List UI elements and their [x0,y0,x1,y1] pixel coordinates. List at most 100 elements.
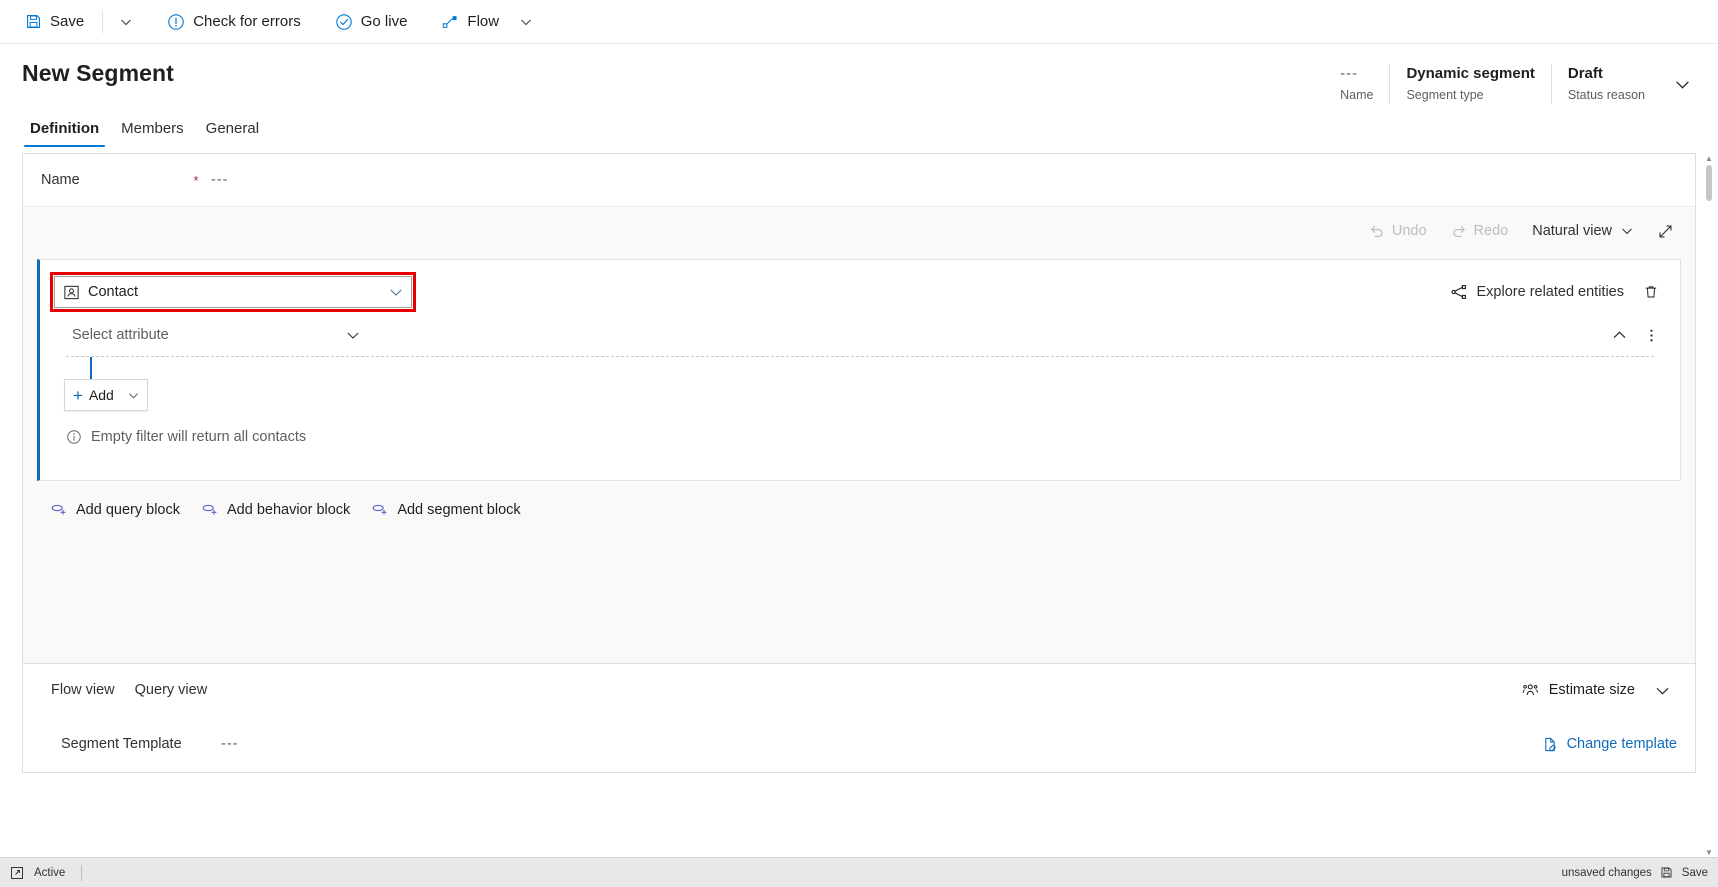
required-marker: * [193,172,199,188]
attribute-row-actions [1604,320,1666,350]
flow-button[interactable]: Flow [431,4,509,40]
estimate-size-label: Estimate size [1548,682,1635,698]
scroll-up-arrow[interactable]: ▲ [1704,153,1714,163]
contact-entity-icon [63,284,80,301]
go-live-button[interactable]: Go live [325,4,418,40]
add-segment-block-button[interactable]: Add segment block [370,501,521,519]
empty-filter-info: Empty filter will return all contacts [40,411,1680,445]
form-body: Name * --- Undo Redo Natural view Contac… [0,147,1718,857]
status-bar-save-button[interactable]: Save [1682,867,1708,879]
block-actions: Add query block Add behavior block Add s… [23,481,1695,519]
chevron-up-icon [1612,328,1627,343]
view-mode-label: Natural view [1532,223,1612,239]
page-title: New Segment [22,60,174,86]
name-field-label: Name [41,172,80,188]
expand-diagonal-icon [1657,223,1674,240]
delete-query-block-button[interactable] [1636,277,1666,307]
definition-card-footer: Flow view Query view Estimate size Segme… [23,663,1695,772]
segment-template-row: Segment Template --- Change template [23,716,1695,772]
flow-view-tab[interactable]: Flow view [41,682,125,698]
view-switch-row: Flow view Query view Estimate size [23,664,1695,716]
add-query-block-button[interactable]: Add query block [49,501,180,519]
query-block-header: Contact Explore related entities [40,260,1680,312]
header-field-status-reason-value: Draft [1567,65,1603,82]
expand-canvas-button[interactable] [1649,215,1681,247]
save-icon [1660,866,1674,880]
add-behavior-block-label: Add behavior block [226,502,351,518]
more-vertical-icon [1644,328,1659,343]
estimate-size-caret[interactable] [1647,675,1677,705]
explore-related-entities-button[interactable]: Explore related entities [1442,276,1633,308]
save-button[interactable]: Save [14,4,94,40]
add-query-block-icon [49,501,67,519]
header-field-name: --- Name [1324,64,1389,104]
page-scrollbar[interactable]: ▲ ▼ [1704,153,1714,857]
query-view-label: Query view [134,682,208,698]
header-field-segment-type: Dynamic segment Segment type [1389,64,1550,104]
tab-definition[interactable]: Definition [22,114,107,147]
chevron-down-icon [1676,80,1689,89]
change-template-link[interactable]: Change template [1542,736,1677,753]
app-root: Save Check for errors Go live Flow New S… [0,0,1718,887]
flow-icon [441,13,459,31]
query-block-header-actions: Explore related entities [1442,276,1667,308]
save-icon [24,13,42,31]
plus-icon: + [73,385,83,405]
segment-template-label: Segment Template [61,736,182,752]
add-condition-label: Add [88,387,114,403]
check-circle-icon [335,13,353,31]
edit-page-icon [1542,736,1559,753]
scrollbar-thumb[interactable] [1706,165,1712,201]
add-condition-button[interactable]: + Add [64,379,148,411]
add-behavior-block-icon [200,501,218,519]
unsaved-changes-label: unsaved changes [1561,866,1652,879]
chevron-down-icon [1655,683,1670,698]
go-live-label: Go live [360,13,408,30]
command-bar: Save Check for errors Go live Flow [0,0,1718,44]
scroll-down-arrow[interactable]: ▼ [1704,847,1714,857]
header-field-segment-type-value: Dynamic segment [1406,65,1535,82]
save-dropdown-caret[interactable] [111,4,141,40]
attribute-select[interactable]: Select attribute [66,320,366,350]
header-expand-button[interactable] [1661,64,1696,104]
redo-button[interactable]: Redo [1441,215,1519,247]
entity-select[interactable]: Contact [50,272,416,312]
header-field-segment-type-label: Segment type [1406,88,1484,102]
command-bar-divider [102,10,104,33]
status-bar-right: unsaved changes Save [1562,866,1708,880]
attribute-select-placeholder: Select attribute [72,327,169,343]
add-behavior-block-button[interactable]: Add behavior block [200,501,350,519]
entity-select-value: Contact [88,284,138,300]
segment-canvas: Undo Redo Natural view Contact Explore r… [23,207,1695,663]
tab-members[interactable]: Members [113,114,192,147]
add-segment-block-icon [370,501,388,519]
header-field-status-reason: Draft Status reason [1550,64,1661,104]
check-for-errors-button[interactable]: Check for errors [157,4,311,40]
open-record-icon[interactable] [10,866,24,880]
attribute-divider [66,356,1654,357]
header-field-name-label: Name [1340,88,1374,102]
undo-icon [1369,223,1385,239]
tab-general-label: General [205,120,260,137]
chevron-down-icon [128,390,139,401]
estimate-size-button[interactable]: Estimate size [1513,674,1643,706]
connector-line [90,357,92,379]
flow-dropdown-caret[interactable] [511,4,541,40]
attribute-row: Select attribute [40,308,1680,350]
header-field-status-reason-label: Status reason [1567,88,1645,102]
undo-button[interactable]: Undo [1359,215,1437,247]
status-bar-divider [81,864,83,881]
exclamation-circle-icon [167,13,185,31]
people-icon [1521,681,1540,700]
name-field-value[interactable]: --- [211,172,229,188]
share-nodes-icon [1450,283,1468,301]
collapse-attribute-button[interactable] [1604,320,1634,350]
attribute-more-button[interactable] [1636,320,1666,350]
view-mode-button[interactable]: Natural view [1522,215,1645,247]
tab-general[interactable]: General [198,114,267,147]
explore-related-entities-label: Explore related entities [1476,284,1625,300]
redo-label: Redo [1473,223,1509,239]
check-for-errors-label: Check for errors [193,13,301,30]
add-query-block-label: Add query block [76,502,180,518]
query-view-tab[interactable]: Query view [125,682,218,698]
